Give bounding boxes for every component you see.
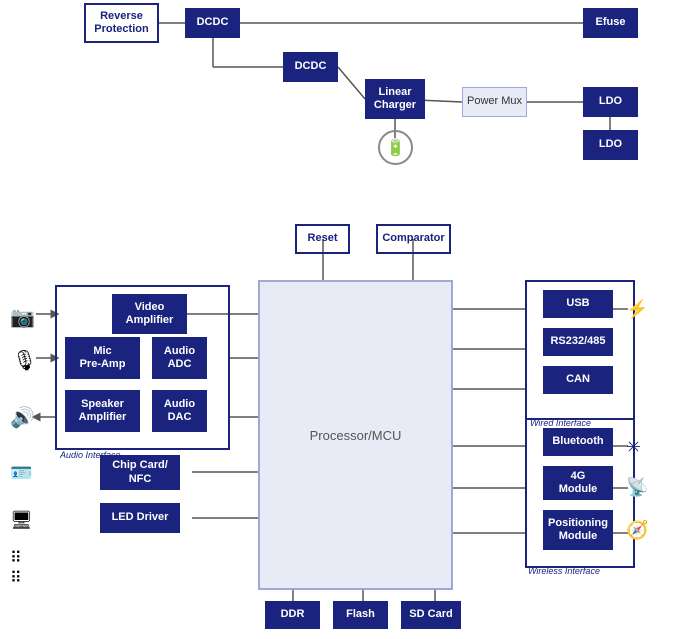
reverse-protection-block: Reverse Protection (84, 3, 159, 43)
grid2-icon: ⠿ (10, 568, 22, 588)
sd-card-block: SD Card (401, 601, 461, 629)
ddr-block: DDR (265, 601, 320, 629)
module-4g-block: 4G Module (543, 466, 613, 500)
positioning-block: Positioning Module (543, 510, 613, 550)
id-card-icon: 🪪 (10, 463, 32, 484)
usb-block: USB (543, 290, 613, 318)
can-block: CAN (543, 366, 613, 394)
audio-adc-block: Audio ADC (152, 337, 207, 379)
mic-preamp-block: Mic Pre-Amp (65, 337, 140, 379)
wireless-icon: 📡 (626, 477, 648, 498)
power-mux-block: Power Mux (462, 87, 527, 117)
flash-block: Flash (333, 601, 388, 629)
linear-charger-block: Linear Charger (365, 79, 425, 119)
rs232-block: RS232/485 (543, 328, 613, 356)
speaker-amplifier-block: Speaker Amplifier (65, 390, 140, 432)
bluetooth-icon: ✳ (626, 437, 641, 458)
processor-label: Processor/MCU (310, 428, 402, 443)
dcdc2-block: DCDC (283, 52, 338, 82)
mic-icon: 🎙 (12, 348, 37, 373)
gps-icon: 🧭 (626, 520, 648, 541)
wireless-interface-label: Wireless Interface (528, 566, 600, 576)
diagram: Processor/MCU Audio Interface Wired Inte… (0, 0, 692, 639)
led-driver-block: LED Driver (100, 503, 180, 533)
efuse-block: Efuse (583, 8, 638, 38)
usb-icon: ⚡ (626, 299, 648, 320)
bluetooth-block: Bluetooth (543, 428, 613, 456)
video-amplifier-block: Video Amplifier (112, 294, 187, 334)
ldo1-block: LDO (583, 87, 638, 117)
monitor-icon: 🖥 (10, 510, 33, 531)
grid-icon: ⠿ (10, 548, 22, 568)
reset-block: Reset (295, 224, 350, 254)
camera-icon: 📷 (10, 305, 35, 330)
chip-card-nfc-block: Chip Card/ NFC (100, 455, 180, 490)
comparator-block: Comparator (376, 224, 451, 254)
processor-mcu: Processor/MCU (258, 280, 453, 590)
battery-symbol: 🔋 (378, 130, 413, 165)
ldo2-block: LDO (583, 130, 638, 160)
audio-dac-block: Audio DAC (152, 390, 207, 432)
speaker-icon: 🔊 (10, 405, 35, 430)
dcdc1-block: DCDC (185, 8, 240, 38)
